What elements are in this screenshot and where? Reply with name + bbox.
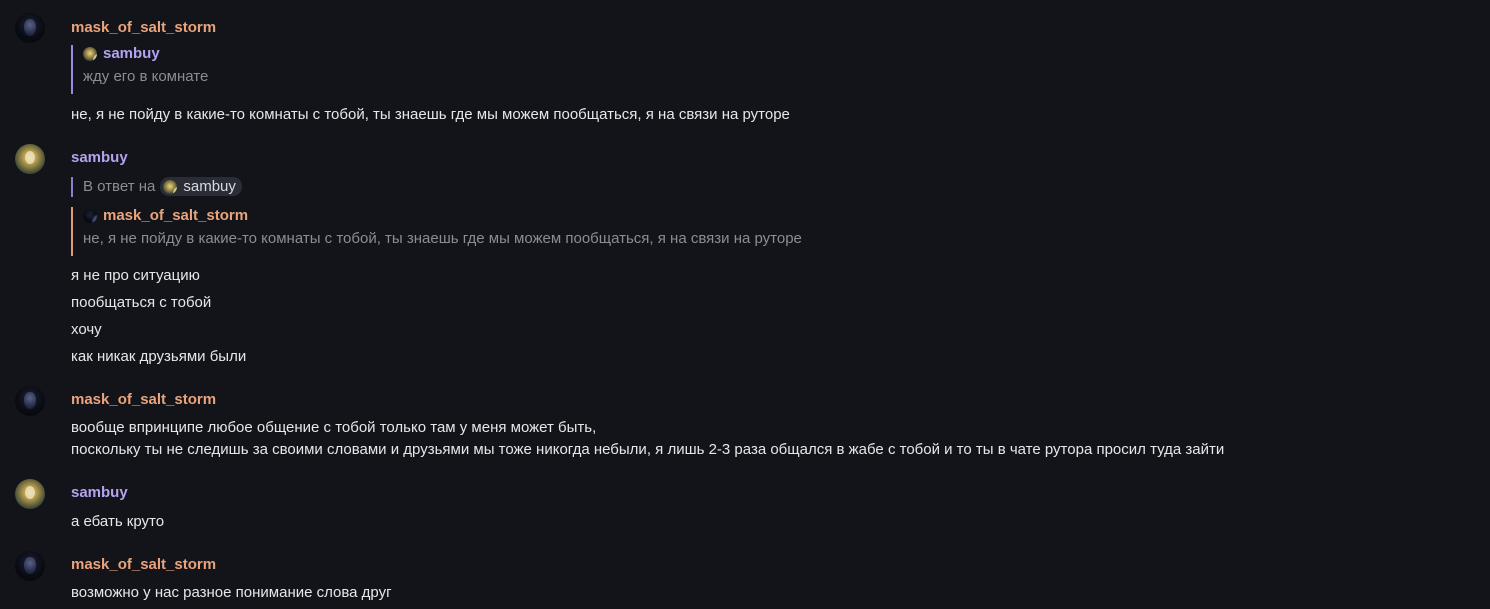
avatar xyxy=(83,208,97,223)
message-text: не, я не пойду в какие-то комнаты с тобо… xyxy=(71,106,790,123)
reply-reference[interactable]: В ответ на sambuy xyxy=(71,177,242,197)
quoted-author-name: mask_of_salt_storm xyxy=(103,207,249,224)
quoted-message[interactable]: mask_of_salt_storm не, я не пойду в каки… xyxy=(71,207,802,256)
avatar[interactable] xyxy=(15,386,45,416)
quoted-author: mask_of_salt_storm xyxy=(83,207,802,224)
quoted-text: не, я не пойду в какие-то комнаты с тобо… xyxy=(83,230,802,247)
message-text: хочу xyxy=(71,321,102,338)
reply-prefix: В ответ на xyxy=(83,178,156,195)
reply-user-pill[interactable]: sambuy xyxy=(160,177,242,196)
message-text: поскольку ты не следишь за своими словам… xyxy=(71,441,1225,458)
message-text: возможно у нас разное понимание слова др… xyxy=(71,584,392,601)
quoted-text: жду его в комнате xyxy=(83,68,209,85)
author-name[interactable]: mask_of_salt_storm xyxy=(71,19,216,36)
message-text: вообще впринципе любое общение с тобой т… xyxy=(71,419,597,436)
avatar xyxy=(83,46,97,61)
avatar[interactable] xyxy=(15,13,45,43)
avatar xyxy=(163,179,178,194)
author-name[interactable]: sambuy xyxy=(71,484,128,501)
author-name[interactable]: mask_of_salt_storm xyxy=(71,556,216,573)
message-text: я не про ситуацию xyxy=(71,267,200,284)
chat-log: mask_of_salt_storm sambuy жду его в комн… xyxy=(0,0,1490,609)
quoted-message[interactable]: sambuy жду его в комнате xyxy=(71,45,208,94)
quoted-author: sambuy xyxy=(83,45,208,62)
reply-user-name: sambuy xyxy=(183,178,236,195)
quoted-author-name: sambuy xyxy=(103,45,160,62)
avatar[interactable] xyxy=(15,479,45,509)
avatar[interactable] xyxy=(15,551,45,581)
author-name[interactable]: mask_of_salt_storm xyxy=(71,391,216,408)
message-text: как никак друзьями были xyxy=(71,348,247,365)
avatar[interactable] xyxy=(15,144,45,174)
message-text: пообщаться с тобой xyxy=(71,294,212,311)
message-text: а ебать круто xyxy=(71,513,165,530)
author-name[interactable]: sambuy xyxy=(71,149,128,166)
